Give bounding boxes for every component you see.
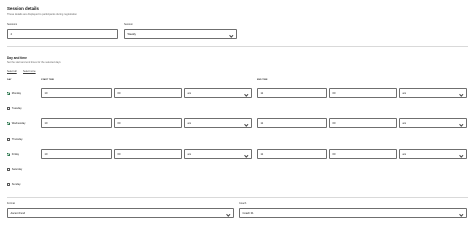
end-ampm-select[interactable]: am <box>399 118 467 128</box>
day-checkbox-monday[interactable] <box>7 91 10 95</box>
day-checkbox-wednesday[interactable] <box>7 121 10 125</box>
end-minute-input[interactable]: 00 <box>329 149 397 159</box>
day-label: Saturday <box>11 167 23 171</box>
end-ampm-select[interactable]: am <box>399 149 467 159</box>
start-minute-input[interactable]: 00 <box>114 88 182 98</box>
end-hour-value: 11 <box>260 152 264 156</box>
session-frequency-select[interactable]: Weekly <box>124 29 237 39</box>
day-row-sunday: Sunday <box>7 179 21 189</box>
start-minute-value: 00 <box>117 152 121 156</box>
coach-value: Coach 01 <box>242 211 254 215</box>
start-hour-input[interactable]: 10 <box>41 149 112 159</box>
day-label: Tuesday <box>11 106 22 110</box>
sessions-input[interactable]: 4 <box>7 29 118 39</box>
start-minute-input[interactable]: 00 <box>114 149 182 159</box>
day-checkbox-friday[interactable] <box>7 152 10 156</box>
end-hour-input[interactable]: 11 <box>257 88 327 98</box>
day-row-friday: Friday <box>7 149 19 159</box>
start-ampm-select[interactable]: am <box>184 88 252 98</box>
sessions-label: Sessions <box>7 23 18 26</box>
end-ampm-value: am <box>402 91 407 95</box>
start-hour-value: 10 <box>44 152 48 156</box>
coach-label: Coach <box>239 202 247 205</box>
day-checkbox-sunday[interactable] <box>7 182 10 186</box>
day-row-monday: Monday <box>7 88 21 98</box>
end-minute-value: 00 <box>332 152 336 156</box>
day-checkbox-saturday[interactable] <box>7 167 10 171</box>
end-hour-input[interactable]: 11 <box>257 118 327 128</box>
end-ampm-value: am <box>402 152 407 156</box>
format-select[interactable]: Ascent Fund <box>7 208 234 218</box>
day-label: Friday <box>11 152 20 156</box>
end-minute-input[interactable]: 00 <box>329 118 397 128</box>
end-hour-value: 11 <box>260 121 264 125</box>
format-value: Ascent Fund <box>10 211 26 215</box>
day-label: Thursday <box>11 137 23 141</box>
day-checkbox-thursday[interactable] <box>7 137 10 141</box>
start-ampm-value: am <box>187 121 192 125</box>
end-minute-input[interactable]: 00 <box>329 88 397 98</box>
day-label: Monday <box>11 91 22 95</box>
start-hour-value: 10 <box>44 121 48 125</box>
end-ampm-select[interactable]: am <box>399 88 467 98</box>
end-hour-input[interactable]: 11 <box>257 149 327 159</box>
day-time-title: Day and time <box>7 56 27 60</box>
start-ampm-value: am <box>187 152 192 156</box>
session-frequency-value: Weekly <box>127 32 136 36</box>
end-time-column-header: END TIME <box>257 79 268 81</box>
day-column-header: DAY <box>7 79 12 81</box>
end-minute-value: 00 <box>332 91 336 95</box>
page-description: These details are displayed to participa… <box>7 13 77 16</box>
select-all-link[interactable]: Select all <box>7 70 17 73</box>
start-hour-input[interactable]: 10 <box>41 118 112 128</box>
start-minute-value: 00 <box>117 121 121 125</box>
day-row-saturday: Saturday <box>7 164 22 174</box>
start-ampm-select[interactable]: am <box>184 118 252 128</box>
end-ampm-value: am <box>402 121 407 125</box>
day-checkbox-tuesday[interactable] <box>7 106 10 110</box>
start-minute-input[interactable]: 00 <box>114 118 182 128</box>
format-label: Format <box>7 202 15 205</box>
end-hour-value: 11 <box>260 91 264 95</box>
day-row-thursday: Thursday <box>7 134 23 144</box>
day-row-tuesday: Tuesday <box>7 103 22 113</box>
coach-select[interactable]: Coach 01 <box>239 208 467 218</box>
day-row-wednesday: Wednesday <box>7 118 25 128</box>
section-divider <box>7 197 468 198</box>
end-minute-value: 00 <box>332 121 336 125</box>
select-none-link[interactable]: Select none <box>23 70 36 73</box>
day-time-description: Set the start and end times for the sele… <box>7 61 61 64</box>
start-hour-input[interactable]: 10 <box>41 88 112 98</box>
start-ampm-value: am <box>187 91 192 95</box>
day-label: Sunday <box>11 182 21 186</box>
session-frequency-label: Session <box>124 23 133 26</box>
page-title: Session details <box>7 6 39 11</box>
start-time-column-header: START TIME <box>41 79 54 81</box>
start-hour-value: 10 <box>44 91 48 95</box>
section-divider <box>7 46 468 47</box>
start-ampm-select[interactable]: am <box>184 149 252 159</box>
day-label: Wednesday <box>11 121 26 125</box>
start-minute-value: 00 <box>117 91 121 95</box>
